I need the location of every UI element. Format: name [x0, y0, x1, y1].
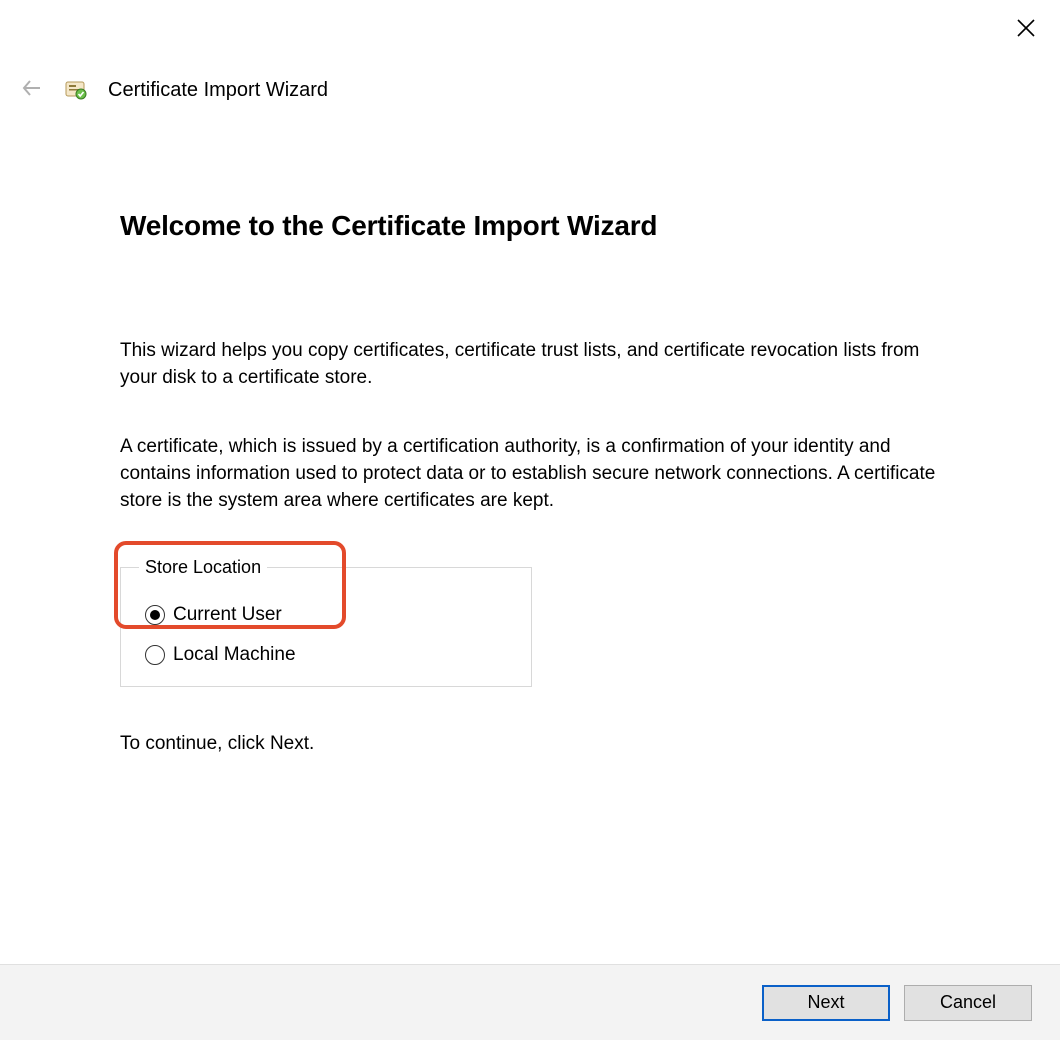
radio-button-icon [145, 605, 165, 625]
welcome-heading: Welcome to the Certificate Import Wizard [120, 210, 960, 242]
radio-local-machine[interactable]: Local Machine [145, 644, 513, 666]
radio-label: Current User [173, 604, 282, 626]
wizard-footer: Next Cancel [0, 964, 1060, 1040]
back-button[interactable] [20, 78, 44, 102]
wizard-header: Certificate Import Wizard [20, 76, 328, 104]
continue-instruction: To continue, click Next. [120, 733, 960, 755]
store-location-legend: Store Location [139, 557, 267, 578]
radio-button-icon [145, 645, 165, 665]
store-location-group: Store Location Current User Local Machin… [120, 557, 532, 687]
description-paragraph: A certificate, which is issued by a cert… [120, 434, 960, 515]
radio-label: Local Machine [173, 644, 296, 666]
certificate-wizard-icon [62, 76, 90, 104]
wizard-content: Welcome to the Certificate Import Wizard… [120, 210, 960, 755]
back-arrow-icon [21, 77, 43, 104]
intro-paragraph: This wizard helps you copy certificates,… [120, 338, 960, 392]
next-button[interactable]: Next [762, 985, 890, 1021]
close-icon [1016, 18, 1036, 43]
wizard-title: Certificate Import Wizard [108, 79, 328, 102]
cancel-button[interactable]: Cancel [904, 985, 1032, 1021]
close-button[interactable] [1014, 18, 1038, 42]
radio-current-user[interactable]: Current User [145, 604, 513, 626]
